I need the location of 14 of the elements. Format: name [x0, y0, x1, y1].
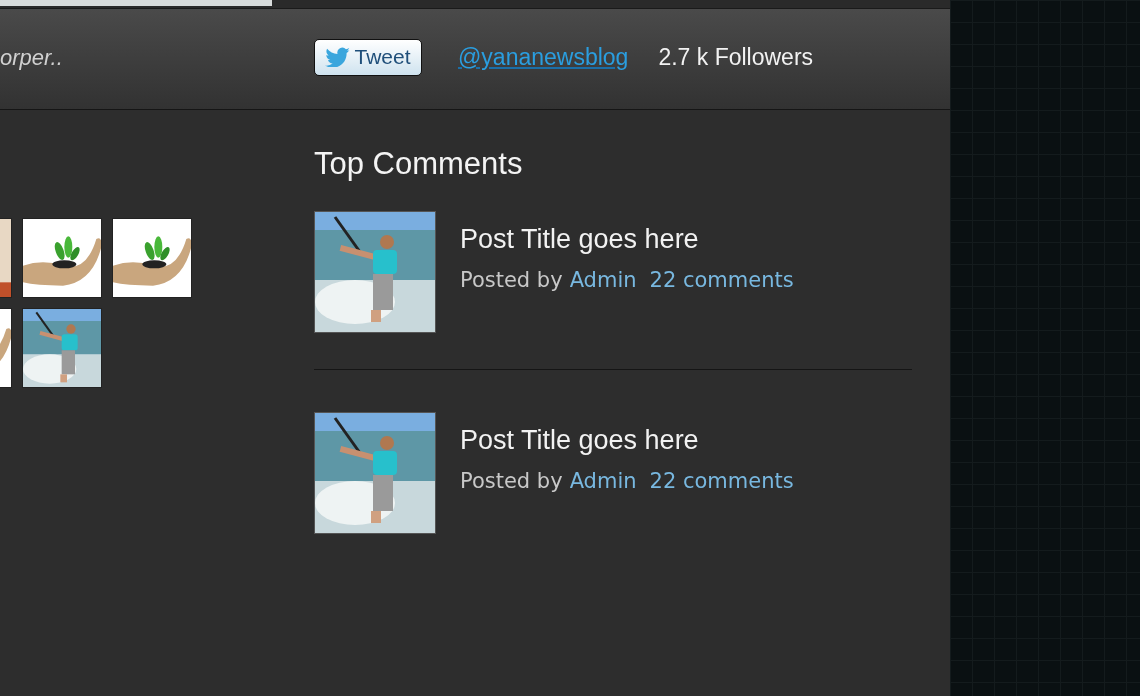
posted-by-label: Posted by	[460, 467, 563, 495]
comments-link[interactable]: 22 comments	[649, 264, 794, 297]
posted-by-label: Posted by	[460, 266, 563, 294]
author-link[interactable]: Admin	[569, 264, 637, 297]
tweet-button[interactable]: Tweet	[314, 38, 422, 76]
comments-link[interactable]: 22 comments	[649, 465, 794, 498]
bird-icon	[325, 47, 352, 67]
followers-count: 2.7 k Followers	[658, 42, 814, 72]
post-title[interactable]: Post Title goes here	[460, 223, 794, 257]
section-title: Top Comments	[314, 148, 524, 179]
post-title[interactable]: Post Title goes here	[460, 424, 794, 458]
author-link[interactable]: Admin	[569, 465, 637, 498]
twitter-handle-link[interactable]: @yananewsblog	[458, 39, 629, 75]
excerpt-text: orper..	[0, 43, 64, 72]
